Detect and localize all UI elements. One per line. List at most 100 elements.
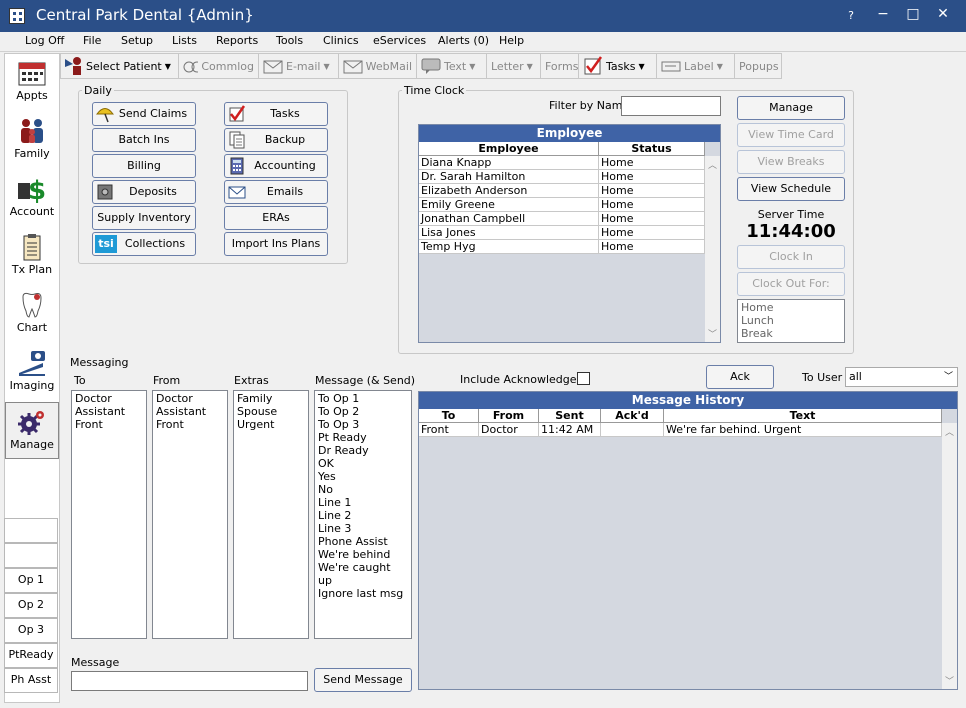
list-item[interactable]: Ignore last msg [318,587,408,600]
module-account[interactable]: $ Account [5,170,59,227]
accounting-button[interactable]: Accounting [224,154,328,178]
scroll-down-icon[interactable]: ﹀ [705,327,720,340]
list-item[interactable]: We're caught up [318,561,408,587]
menu-file[interactable]: File [83,34,101,47]
list-item[interactable]: Pt Ready [318,431,408,444]
op-blank-1[interactable] [4,518,58,543]
menu-tools[interactable]: Tools [276,34,303,47]
from-list[interactable]: Doctor Assistant Front [152,390,228,639]
op-button-1[interactable]: Op 1 [4,568,58,593]
op-button-ptready[interactable]: PtReady [4,643,58,668]
op-button-ph-asst[interactable]: Ph Asst [4,668,58,693]
supply-inventory-button[interactable]: Supply Inventory [92,206,196,230]
to-user-select[interactable]: all ﹀ [845,367,958,387]
module-family[interactable]: Family [5,112,59,169]
list-item[interactable]: Line 2 [318,509,408,522]
list-item[interactable]: Doctor [156,392,224,405]
popups-button[interactable]: Popups [735,54,781,78]
view-breaks-button[interactable]: View Breaks [737,150,845,174]
manage-timeclock-button[interactable]: Manage [737,96,845,120]
help-button[interactable]: ? [840,9,862,22]
table-row[interactable]: Lisa Jones Home [419,226,705,240]
label-button[interactable]: Label ▼ [657,54,735,78]
module-imaging[interactable]: Imaging [5,344,59,401]
list-item[interactable]: Doctor [75,392,143,405]
list-item[interactable]: Front [156,418,224,431]
text-button[interactable]: Text ▼ [417,54,487,78]
menu-alerts[interactable]: Alerts (0) [438,34,489,47]
emails-button[interactable]: Emails [224,180,328,204]
include-acknowledged-checkbox[interactable] [577,372,590,385]
module-appts[interactable]: Appts [5,54,59,111]
commlog-button[interactable]: Commlog [179,54,259,78]
backup-button[interactable]: Backup [224,128,328,152]
tasks-toolbar-button[interactable]: Tasks ▼ [579,54,657,78]
list-item[interactable]: To Op 1 [318,392,408,405]
table-row[interactable]: Front Doctor 11:42 AM We're far behind. … [419,423,942,437]
view-time-card-button[interactable]: View Time Card [737,123,845,147]
table-row[interactable]: Elizabeth Anderson Home [419,184,705,198]
import-ins-plans-button[interactable]: Import Ins Plans [224,232,328,256]
list-item[interactable]: Assistant [156,405,224,418]
tasks-button[interactable]: Tasks [224,102,328,126]
letter-button[interactable]: Letter ▼ [487,54,541,78]
table-row[interactable]: Diana Knapp Home [419,156,705,170]
menu-setup[interactable]: Setup [121,34,153,47]
module-tx-plan[interactable]: Tx Plan [5,228,59,285]
collections-button[interactable]: tsi Collections [92,232,196,256]
list-item[interactable]: To Op 2 [318,405,408,418]
employee-scrollbar[interactable]: ︿ ﹀ [705,156,720,342]
filter-by-name-input[interactable] [621,96,721,116]
to-list[interactable]: Doctor Assistant Front [71,390,147,639]
message-send-list[interactable]: To Op 1 To Op 2 To Op 3 Pt Ready Dr Read… [314,390,412,639]
select-patient-button[interactable]: Select Patient ▼ [61,54,179,78]
clock-out-for-button[interactable]: Clock Out For: [737,272,845,296]
extras-list[interactable]: Family Spouse Urgent [233,390,309,639]
menu-clinics[interactable]: Clinics [323,34,359,47]
clock-out-reason-list[interactable]: Home Lunch Break [737,299,845,343]
list-item[interactable]: Phone Assist [318,535,408,548]
list-item[interactable]: Line 3 [318,522,408,535]
table-row[interactable]: Dr. Sarah Hamilton Home [419,170,705,184]
list-item[interactable]: Urgent [237,418,305,431]
scroll-down-icon[interactable]: ﹀ [942,674,957,687]
list-item[interactable]: Yes [318,470,408,483]
batch-ins-button[interactable]: Batch Ins [92,128,196,152]
module-manage[interactable]: Manage [5,402,59,459]
scroll-up-icon[interactable]: ︿ [705,158,720,171]
message-input[interactable] [71,671,308,691]
view-schedule-button[interactable]: View Schedule [737,177,845,201]
list-item[interactable]: Assistant [75,405,143,418]
module-chart[interactable]: Chart [5,286,59,343]
list-item[interactable]: Spouse [237,405,305,418]
list-item[interactable]: To Op 3 [318,418,408,431]
list-item[interactable]: No [318,483,408,496]
list-item[interactable]: Dr Ready [318,444,408,457]
eras-button[interactable]: ERAs [224,206,328,230]
list-item[interactable]: Line 1 [318,496,408,509]
send-message-button[interactable]: Send Message [314,668,412,692]
menu-log-off[interactable]: Log Off [25,34,64,47]
op-blank-2[interactable] [4,543,58,568]
deposits-button[interactable]: Deposits [92,180,196,204]
maximize-button[interactable]: □ [902,6,924,22]
menu-eservices[interactable]: eServices [373,34,426,47]
history-scrollbar[interactable]: ︿ ﹀ [942,423,957,689]
email-button[interactable]: E-mail ▼ [259,54,339,78]
menu-reports[interactable]: Reports [216,34,258,47]
list-item[interactable]: Lunch [741,314,841,327]
table-row[interactable]: Jonathan Campbell Home [419,212,705,226]
close-button[interactable]: ✕ [932,6,954,22]
list-item[interactable]: Front [75,418,143,431]
ack-button[interactable]: Ack [706,365,774,389]
table-row[interactable]: Temp Hyg Home [419,240,705,254]
table-row[interactable]: Emily Greene Home [419,198,705,212]
op-button-2[interactable]: Op 2 [4,593,58,618]
clock-in-button[interactable]: Clock In [737,245,845,269]
forms-button[interactable]: Forms [541,54,579,78]
list-item[interactable]: Home [741,301,841,314]
list-item[interactable]: Family [237,392,305,405]
list-item[interactable]: OK [318,457,408,470]
list-item[interactable]: Break [741,327,841,340]
list-item[interactable]: We're behind [318,548,408,561]
